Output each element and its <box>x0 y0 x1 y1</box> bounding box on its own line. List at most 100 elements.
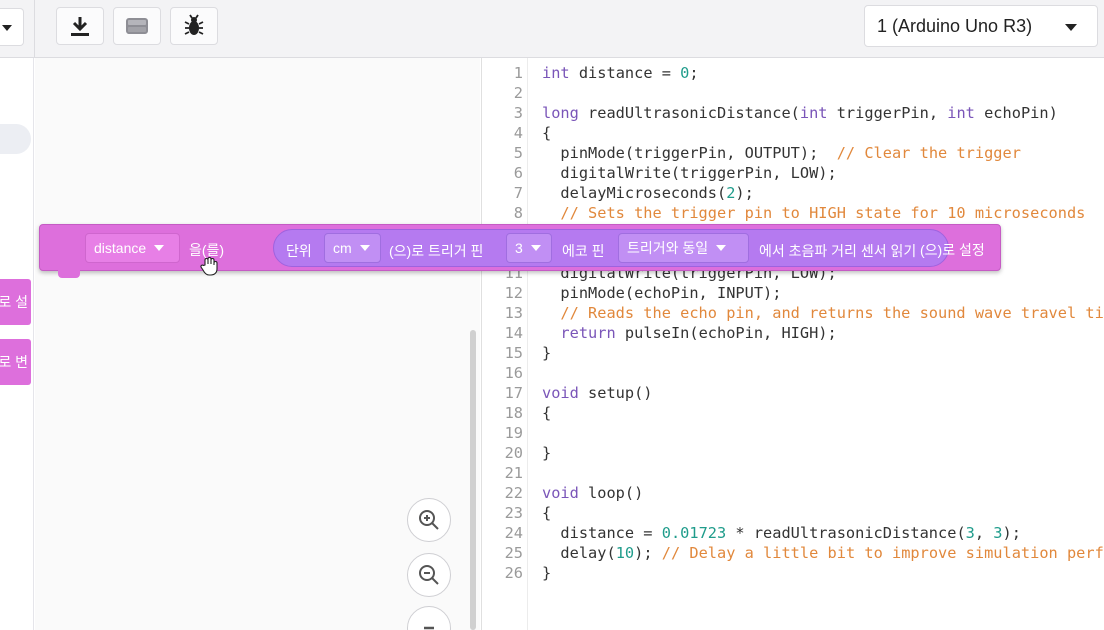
zoom-in-button[interactable] <box>407 498 451 542</box>
code-line[interactable]: 3 long readUltrasonicDistance(int trigger… <box>482 103 1104 123</box>
code-line[interactable]: 7 delayMicroseconds(2); <box>482 183 1104 203</box>
code-token: 3 <box>965 524 975 542</box>
code-line[interactable]: 26} <box>482 563 1104 583</box>
unit-dropdown[interactable]: cm <box>324 233 381 263</box>
zoom-out-button[interactable] <box>407 553 451 597</box>
code-token: delayMicroseconds( <box>542 184 727 202</box>
code-line[interactable]: 5 pinMode(triggerPin, OUTPUT); // Clear … <box>482 143 1104 163</box>
line-number: 5 <box>513 144 523 162</box>
code-token: int <box>799 104 828 122</box>
code-token: } <box>542 564 552 582</box>
code-token: 0 <box>680 64 690 82</box>
code-line[interactable]: 18 { <box>482 403 1104 423</box>
chevron-down-icon <box>1065 24 1077 31</box>
line-number: 21 <box>504 464 523 482</box>
zoom-reset-icon <box>424 626 434 630</box>
debugger-button[interactable] <box>170 7 218 45</box>
code-token: * readUltrasonicDistance( <box>726 524 966 542</box>
code-text: distance = 0.01723 * readUltrasonicDista… <box>542 523 1021 543</box>
code-token: 10 <box>615 544 635 562</box>
palette-category-selected[interactable] <box>0 124 31 154</box>
trigger-pin-value: 3 <box>515 240 523 256</box>
trigger-pin-dropdown[interactable]: 3 <box>506 233 552 263</box>
code-token: ); <box>1002 524 1021 542</box>
toolbar-divider <box>34 0 35 58</box>
chevron-down-icon <box>359 245 370 251</box>
line-number: 3 <box>513 104 523 122</box>
code-line[interactable]: 23 { <box>482 503 1104 523</box>
code-line[interactable]: 13 // Reads the echo pin, and returns th… <box>482 303 1104 323</box>
set-suffix-label: (으)로 설정 <box>920 242 985 258</box>
palette-block-change-variable[interactable]: 로 변 <box>0 339 31 385</box>
line-number: 20 <box>504 444 523 462</box>
code-line[interactable]: 1 int distance = 0; <box>482 63 1104 83</box>
code-lines: 1 int distance = 0; 2 3 long readUltrasonicD… <box>482 63 1104 583</box>
line-number: 2 <box>513 84 523 102</box>
code-line[interactable]: 22 void loop() <box>482 483 1104 503</box>
code-token: } <box>542 344 552 362</box>
code-line[interactable]: 15} <box>482 343 1104 363</box>
code-token: , <box>974 524 994 542</box>
code-line[interactable]: 14 return pulseIn(echoPin, HIGH); <box>482 323 1104 343</box>
set-variable-block[interactable]: distance 을(를) 단위 cm (으)로 트리거 핀 3 에코 핀 트리… <box>39 224 1001 278</box>
palette-block-set-variable[interactable]: 로 설 <box>0 279 31 325</box>
code-line[interactable]: 12 pinMode(echoPin, INPUT); <box>482 283 1104 303</box>
palette-block-label: 로 변 <box>0 354 28 370</box>
code-line[interactable]: 16 <box>482 363 1104 383</box>
code-token: long <box>542 104 579 122</box>
variable-dropdown[interactable]: distance <box>85 233 180 263</box>
echo-pin-value: 트리거와 동일 <box>627 240 709 256</box>
code-line[interactable]: 2 <box>482 83 1104 103</box>
code-text: delayMicroseconds(2); <box>542 183 754 203</box>
ultrasonic-sensor-block[interactable]: 단위 cm (으)로 트리거 핀 3 에코 핀 트리거와 동일 에서 초음파 거… <box>273 229 949 267</box>
chevron-down-icon <box>530 245 541 251</box>
code-text: { <box>542 403 551 423</box>
line-number: 23 <box>504 504 523 522</box>
block-notch <box>58 270 80 278</box>
download-button[interactable] <box>56 7 104 45</box>
echo-pin-dropdown[interactable]: 트리거와 동일 <box>618 233 749 263</box>
blocks-workspace[interactable] <box>35 58 480 630</box>
code-token: // Reads the echo pin, and returns the s… <box>542 304 1104 322</box>
grab-cursor-icon <box>200 257 218 276</box>
code-text: } <box>542 563 551 583</box>
code-token: return <box>542 324 616 342</box>
chevron-down-icon <box>154 245 165 251</box>
palette-block-label: 로 설 <box>0 294 28 310</box>
code-line[interactable]: 17 void setup() <box>482 383 1104 403</box>
code-token: ); <box>634 544 662 562</box>
code-line[interactable]: 20} <box>482 443 1104 463</box>
code-line[interactable]: 4{ <box>482 123 1104 143</box>
code-text: // Sets the trigger pin to HIGH state fo… <box>542 203 1085 223</box>
code-token: // Delay a little bit to improve simulat… <box>661 544 1104 562</box>
line-number: 14 <box>504 324 523 342</box>
code-token: // Clear the trigger <box>836 144 1021 162</box>
code-line[interactable]: 25 delay(10); // Delay a little bit to i… <box>482 543 1104 563</box>
trigger-pin-label: (으)로 트리거 핀 <box>389 243 484 259</box>
code-editor[interactable]: 1 int distance = 0; 2 3 long readUltrasonicD… <box>481 58 1104 630</box>
code-line[interactable]: 8 // Sets the trigger pin to HIGH state … <box>482 203 1104 223</box>
code-line[interactable]: 21 <box>482 463 1104 483</box>
board-select[interactable]: 1 (Arduino Uno R3) <box>864 5 1098 47</box>
code-text: { <box>542 123 551 143</box>
code-text: } <box>542 443 551 463</box>
workspace-scrollbar[interactable] <box>470 330 476 630</box>
code-token: pinMode(triggerPin, OUTPUT); <box>542 144 837 162</box>
code-token: pinMode(echoPin, INPUT); <box>542 284 782 302</box>
unit-dropdown-value: cm <box>333 240 352 256</box>
code-line[interactable]: 6 digitalWrite(triggerPin, LOW); <box>482 163 1104 183</box>
code-token: ); <box>735 184 754 202</box>
zoom-in-icon <box>419 510 439 530</box>
code-line[interactable]: 19 <box>482 423 1104 443</box>
code-mode-dropdown[interactable] <box>0 8 24 46</box>
code-line[interactable]: 24 distance = 0.01723 * readUltrasonicDi… <box>482 523 1104 543</box>
line-number: 17 <box>504 384 523 402</box>
code-token: int <box>542 64 570 82</box>
zoom-out-icon <box>419 565 439 585</box>
code-token: 3 <box>993 524 1003 542</box>
libraries-button[interactable] <box>113 7 161 45</box>
unit-label: 단위 <box>286 243 312 259</box>
bug-icon <box>184 14 204 35</box>
code-text: void loop() <box>542 483 643 503</box>
line-number: 24 <box>504 524 523 542</box>
